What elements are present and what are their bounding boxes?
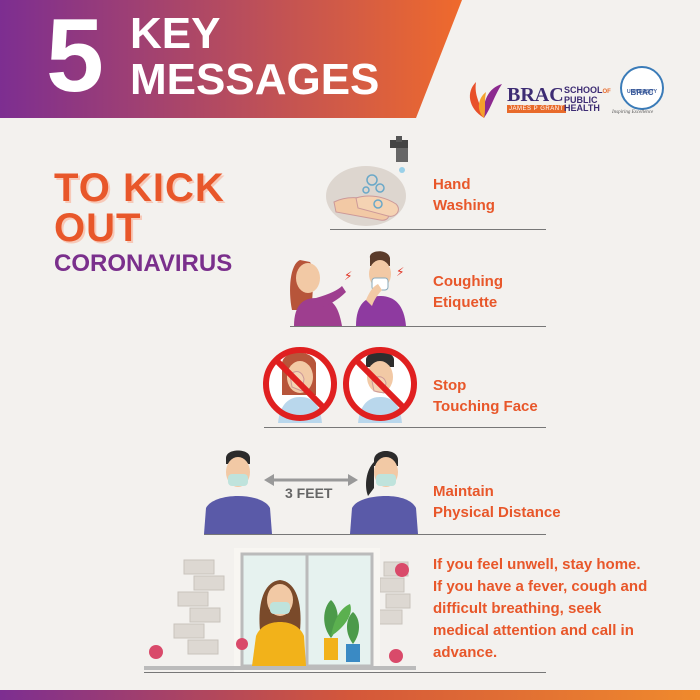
divider: [204, 534, 546, 535]
stay-home-window-icon: [144, 548, 416, 672]
distance-label: 3 FEET: [285, 485, 333, 501]
brac-logo-text: BRAC: [507, 84, 564, 106]
university-seal-text: BRAC UNIVERSITY: [626, 88, 657, 97]
message-physical-distance: Maintain Physical Distance: [433, 483, 561, 521]
message-coughing: Coughing Etiquette: [433, 273, 503, 311]
divider: [264, 427, 546, 428]
school-of-public-health-text: SCHOOLOF PUBLIC HEALTH: [564, 85, 611, 113]
hand-washing-icon: [326, 136, 408, 226]
header-number: 5: [46, 0, 104, 114]
title-line1: TO KICK: [54, 166, 225, 210]
advice-text: If you feel unwell, stay home. If you ha…: [433, 554, 693, 664]
header-title-line1: KEY: [130, 9, 221, 58]
divider: [290, 326, 546, 327]
brac-university-seal: BRAC UNIVERSITY: [620, 66, 664, 110]
divider: [144, 672, 546, 673]
bottom-stripe: [0, 690, 700, 700]
of-word: OF: [602, 89, 611, 95]
advice-line: If you feel unwell, stay home.: [433, 556, 641, 573]
advice-line: If you have a fever, cough and: [433, 578, 648, 595]
advice-line: advance.: [433, 644, 498, 661]
coughing-icon: ⚡ ⚡: [290, 251, 406, 326]
james-p-grant-text: JAMES P GRANT: [507, 105, 566, 113]
svg-text:⚡: ⚡: [396, 265, 404, 279]
no-touch-face-icon: [263, 347, 417, 423]
svg-text:⚡: ⚡: [344, 269, 352, 283]
title-line3: CORONAVIRUS: [54, 250, 233, 277]
brac-flame-logo-icon: [469, 82, 502, 118]
advice-line: difficult breathing, seek: [433, 600, 602, 617]
divider: [330, 229, 546, 230]
university-tagline: Inspiring Excellence: [612, 110, 654, 115]
advice-line: medical attention and call in: [433, 622, 634, 639]
health-word: HEALTH: [564, 103, 600, 113]
message-hand-washing: Hand Washing: [433, 176, 495, 214]
header-title-line2: MESSAGES: [130, 55, 380, 104]
school-word: SCHOOL: [564, 85, 603, 95]
message-stop-touching-face: Stop Touching Face: [433, 377, 538, 415]
title-line2: OUT: [54, 206, 142, 250]
